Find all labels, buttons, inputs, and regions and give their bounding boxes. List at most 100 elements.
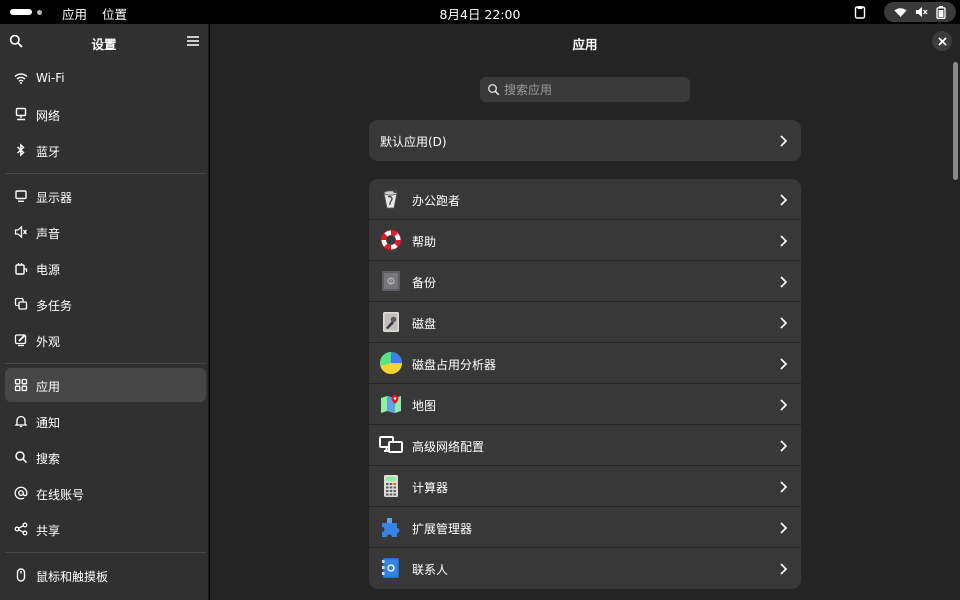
chevron-right-icon [780, 358, 788, 370]
search-apps-field[interactable] [480, 77, 690, 102]
backup-safe-icon [382, 271, 400, 291]
power-icon [15, 263, 28, 275]
chevron-right-icon [780, 276, 788, 288]
app-row[interactable]: 联系人 [369, 548, 801, 589]
chevron-right-icon [780, 399, 788, 411]
chevron-right-icon [780, 194, 788, 206]
share-icon [14, 522, 28, 536]
network-config-icon [379, 436, 403, 453]
sidebar-title: 设置 [91, 37, 117, 52]
app-row[interactable]: 地图 [369, 384, 801, 425]
app-row[interactable]: 高级网络配置 [369, 425, 801, 466]
sidebar-item-notifications[interactable]: 通知 [5, 404, 206, 438]
at-icon [14, 486, 28, 500]
apps-menu[interactable]: 应用 [62, 4, 87, 23]
sidebar-item-search[interactable]: 搜索 [5, 440, 206, 474]
chevron-right-icon [780, 522, 788, 534]
sidebar-item-sound[interactable]: 声音 [5, 215, 206, 249]
sidebar-item-label: 在线账号 [36, 488, 85, 502]
app-label: 磁盘占用分析器 [412, 358, 497, 372]
app-row[interactable]: 备份 [369, 261, 801, 302]
chevron-right-icon [780, 235, 788, 247]
search-apps-input[interactable] [504, 77, 684, 102]
default-apps-card: 默认应用(D) [369, 120, 801, 161]
system-status-area[interactable] [884, 2, 956, 22]
sidebar-item-mouse-touchpad[interactable]: 鼠标和触摸板 [5, 558, 206, 592]
app-label: 备份 [412, 276, 437, 290]
sidebar-item-power[interactable]: 电源 [5, 251, 206, 285]
battery-icon [936, 5, 946, 19]
sidebar-item-label: 通知 [36, 416, 61, 430]
sidebar-item-display[interactable]: 显示器 [5, 179, 206, 213]
sidebar-item-online-accounts[interactable]: 在线账号 [5, 476, 206, 510]
sidebar-item-label: 搜索 [36, 452, 61, 466]
contacts-icon [382, 558, 399, 578]
disks-icon [383, 312, 399, 332]
close-button[interactable] [932, 31, 952, 51]
sidebar-item-apps[interactable]: 应用 [5, 368, 206, 402]
sidebar-item-multitasking[interactable]: 多任务 [5, 287, 206, 321]
app-row[interactable]: 帮助 [369, 220, 801, 261]
sidebar-item-label: 电源 [36, 263, 61, 277]
chevron-right-icon [780, 440, 788, 452]
app-label: 磁盘 [412, 317, 437, 331]
office-runner-icon [383, 189, 398, 209]
clipboard-icon[interactable] [853, 5, 867, 19]
sidebar-item-label: Wi-Fi [36, 71, 65, 85]
extensions-puzzle-icon [382, 518, 400, 537]
sidebar-item-label: 应用 [36, 380, 61, 394]
wifi-icon [894, 7, 907, 17]
scrollbar[interactable] [953, 62, 958, 180]
clock[interactable]: 8月4日 22:00 [0, 4, 960, 23]
appearance-icon [14, 334, 27, 347]
sidebar-item-label: 蓝牙 [36, 145, 61, 159]
sidebar-item-label: 网络 [36, 109, 61, 123]
app-label: 扩展管理器 [412, 522, 473, 536]
app-row[interactable]: 扩展管理器 [369, 507, 801, 548]
workspace-indicator[interactable] [10, 9, 42, 15]
sidebar-item-label: 声音 [36, 227, 61, 241]
calculator-icon [384, 475, 398, 497]
sidebar-item-label: 共享 [36, 524, 61, 538]
mouse-icon [16, 568, 26, 582]
sidebar-item-label: 多任务 [36, 299, 73, 313]
app-label: 联系人 [412, 563, 449, 577]
sound-icon [14, 225, 28, 239]
bell-icon [14, 415, 28, 428]
app-label: 计算器 [412, 481, 449, 495]
app-row[interactable]: 办公跑者 [369, 179, 801, 220]
disk-usage-pie-icon [380, 352, 402, 374]
page-title: 应用 [572, 37, 598, 52]
network-icon [15, 107, 27, 121]
hamburger-menu-icon[interactable] [186, 34, 200, 48]
app-label: 帮助 [412, 235, 437, 249]
display-icon [15, 190, 27, 202]
sidebar-divider [5, 363, 206, 364]
default-apps-row[interactable]: 默认应用(D) [369, 120, 801, 161]
sidebar-item-label: 外观 [36, 335, 61, 349]
sidebar-divider [5, 552, 206, 553]
sidebar-item-appearance[interactable]: 外观 [5, 323, 206, 357]
app-row[interactable]: 磁盘占用分析器 [369, 343, 801, 384]
active-workspace-pill[interactable] [10, 9, 32, 15]
sidebar-item-bluetooth[interactable]: 蓝牙 [5, 133, 206, 167]
default-apps-label: 默认应用(D) [380, 135, 447, 149]
close-icon [937, 36, 947, 46]
chevron-right-icon [780, 563, 788, 575]
chevron-right-icon [780, 135, 788, 147]
places-menu[interactable]: 位置 [102, 4, 127, 23]
sidebar-item-sharing[interactable]: 共享 [5, 512, 206, 546]
app-row[interactable]: 计算器 [369, 466, 801, 507]
wifi-icon [14, 73, 28, 84]
maps-icon [381, 395, 401, 413]
app-label: 地图 [412, 399, 437, 413]
bluetooth-icon [17, 143, 25, 157]
sidebar-item-network[interactable]: 网络 [5, 97, 206, 131]
apps-panel: 应用 默认应用(D) 办公跑者 [210, 24, 960, 600]
sidebar-header: 设置 [0, 24, 208, 58]
multitasking-icon [14, 297, 28, 310]
app-row[interactable]: 磁盘 [369, 302, 801, 343]
workspace-dot[interactable] [37, 9, 42, 15]
settings-sidebar: 设置 Wi-Fi 网络 蓝牙 显示器 声音 电源 多任务 外观 应用 通知 搜索… [0, 24, 209, 600]
sidebar-item-wifi[interactable]: Wi-Fi [5, 61, 206, 95]
